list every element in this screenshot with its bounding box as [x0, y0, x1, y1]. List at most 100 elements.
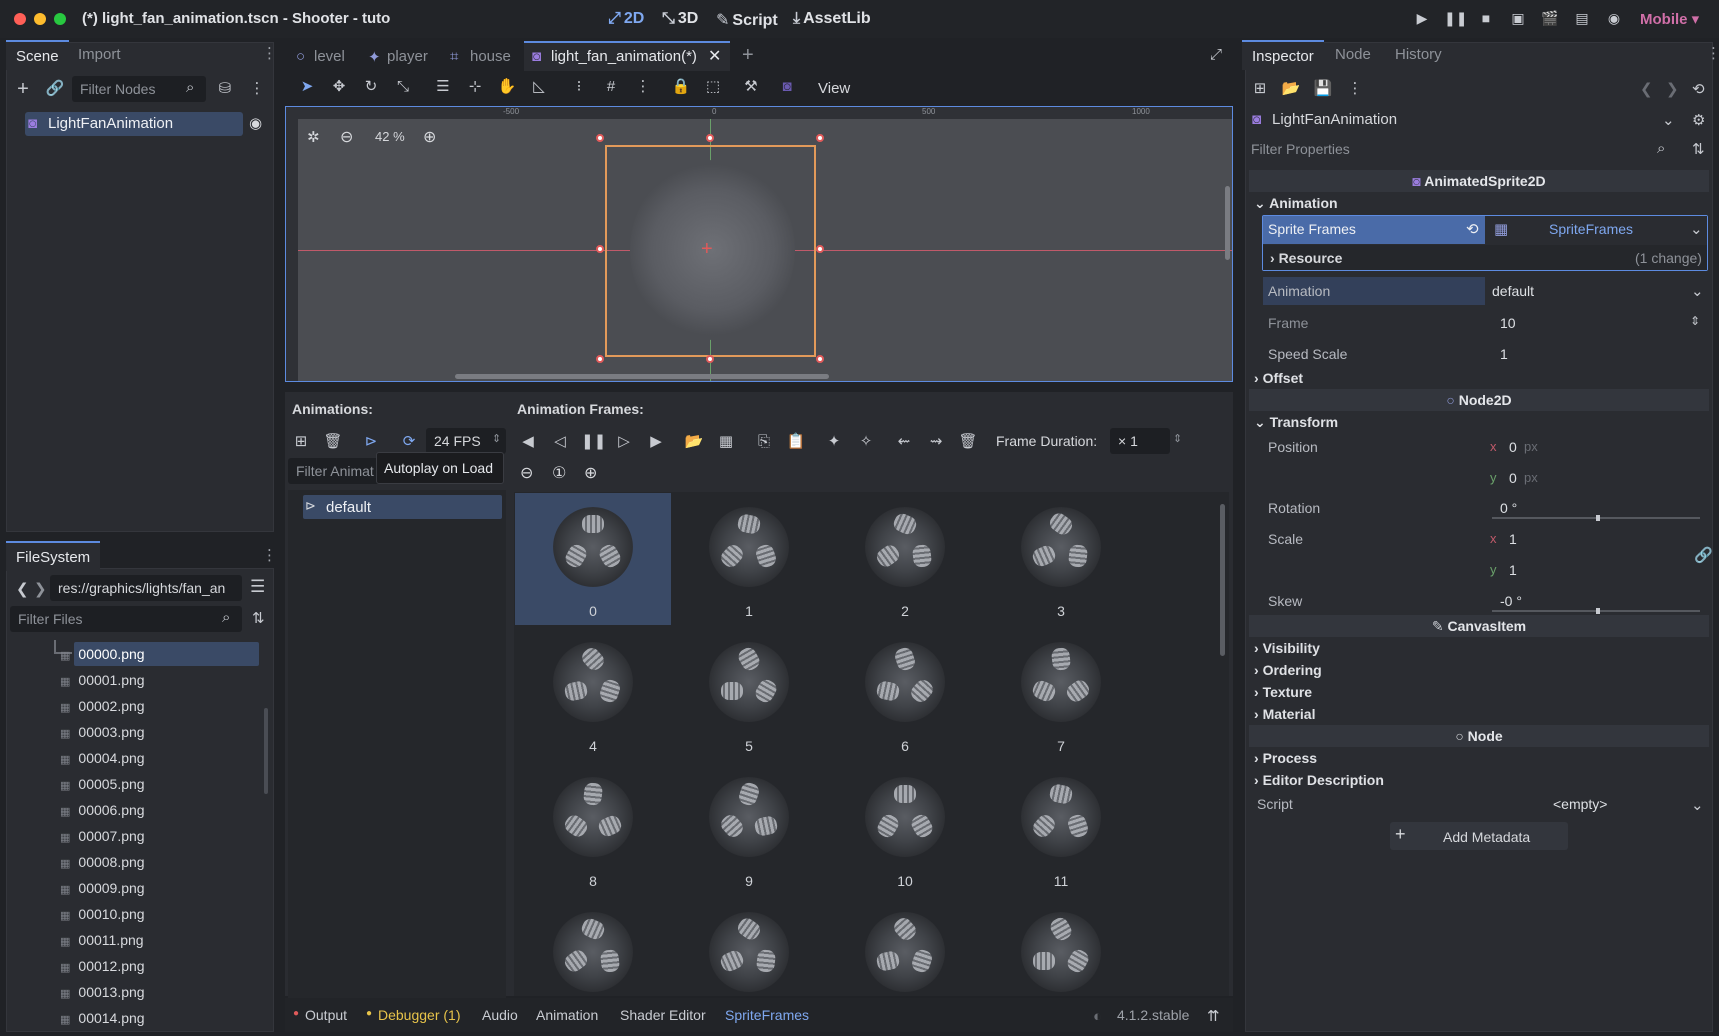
pivot-tool-icon[interactable]: ⊹: [464, 76, 486, 98]
visibility-eye-icon[interactable]: ◉: [249, 114, 262, 132]
new-animation-icon[interactable]: ⊞: [290, 431, 312, 453]
scale-x-value[interactable]: 1: [1509, 531, 1517, 547]
resize-handle[interactable]: [706, 134, 714, 142]
skew-value[interactable]: -0 °: [1500, 593, 1522, 609]
rotation-value[interactable]: 0 °: [1500, 500, 1517, 516]
resize-handle[interactable]: [596, 245, 604, 253]
frame-play-icon[interactable]: ▶: [645, 431, 667, 453]
file-item[interactable]: ▦ 00006.png: [60, 799, 145, 821]
pan-tool-icon[interactable]: ✋: [496, 76, 518, 98]
play-custom-scene-icon[interactable]: ▤: [1572, 10, 1592, 28]
frames-zoom-reset-icon[interactable]: ①: [552, 463, 566, 483]
copy-frame-icon[interactable]: ⎘: [753, 431, 775, 453]
inspector-dock-menu-icon[interactable]: ⋮: [1706, 44, 1719, 62]
file-item[interactable]: ▦ 00009.png: [60, 877, 145, 899]
scale-y-value[interactable]: 1: [1509, 562, 1517, 578]
frame-cell[interactable]: 9: [671, 763, 827, 895]
frames-zoom-out-icon[interactable]: ⊖: [520, 463, 533, 483]
movie-maker-icon[interactable]: ◉: [1604, 10, 1624, 28]
resize-handle[interactable]: [816, 134, 824, 142]
link-scale-icon[interactable]: 🔗: [1694, 546, 1713, 564]
tab-history[interactable]: History: [1385, 40, 1452, 70]
rotation-slider-grabber[interactable]: [1596, 515, 1600, 521]
frame-pause-icon[interactable]: ❚❚: [581, 431, 606, 453]
resize-handle[interactable]: [596, 134, 604, 142]
minimize-window-button[interactable]: [34, 13, 46, 25]
mode-script-button[interactable]: ✎ Script: [716, 10, 778, 30]
expand-bottom-panel-icon[interactable]: ⇈: [1207, 1007, 1220, 1025]
pivot-icon[interactable]: +: [701, 238, 713, 261]
zoom-window-button[interactable]: [54, 13, 66, 25]
script-value[interactable]: <empty>: [1553, 796, 1607, 812]
animation-category[interactable]: ⌄ Animation: [1254, 195, 1338, 212]
transform-category[interactable]: ⌄ Transform: [1254, 414, 1338, 431]
fps-spin-icon[interactable]: ⇕: [492, 432, 501, 445]
autoplay-icon[interactable]: ⊳: [360, 431, 382, 453]
tab-player[interactable]: player: [387, 48, 428, 65]
sprite-frames-dropdown-icon[interactable]: ⌄: [1690, 220, 1703, 238]
snap-options-icon[interactable]: ⋮: [632, 76, 654, 98]
renderer-select[interactable]: Mobile ▾: [1640, 10, 1699, 28]
play-icon[interactable]: ▶: [1412, 10, 1432, 28]
file-item[interactable]: ▦ 00000.png: [60, 643, 145, 665]
group-icon[interactable]: ⬚: [702, 76, 724, 98]
viewport-v-scrollbar[interactable]: [1225, 186, 1230, 260]
frame-cell[interactable]: 0: [515, 493, 671, 625]
forward-icon[interactable]: ❯: [34, 580, 47, 598]
frame-cell[interactable]: [827, 898, 983, 992]
insert-before-icon[interactable]: ✦: [823, 431, 845, 453]
add-node-icon[interactable]: +: [12, 78, 34, 100]
ordering-category[interactable]: › Ordering: [1254, 662, 1322, 678]
open-resource-icon[interactable]: 📂: [1280, 78, 1302, 100]
move-tool-icon[interactable]: ✥: [328, 76, 350, 98]
resize-handle[interactable]: [596, 355, 604, 363]
stop-icon[interactable]: ■: [1476, 10, 1496, 28]
lock-icon[interactable]: 🔒: [670, 76, 692, 98]
tab-import[interactable]: Import: [68, 40, 131, 70]
mode-2d-button[interactable]: ⤢ 2D: [608, 10, 644, 28]
tab-level[interactable]: level: [314, 48, 345, 65]
skeleton-icon[interactable]: ⚒: [740, 76, 762, 98]
history-forward-icon[interactable]: ❯: [1666, 80, 1679, 98]
delete-animation-icon[interactable]: 🗑: [322, 431, 344, 453]
remote-debug-icon[interactable]: ▣: [1508, 10, 1528, 28]
frame-next-icon[interactable]: ▷: [613, 431, 635, 453]
zoom-level[interactable]: 42 %: [375, 129, 405, 144]
insert-after-icon[interactable]: ✧: [855, 431, 877, 453]
file-item[interactable]: ▦ 00004.png: [60, 747, 145, 769]
paste-frame-icon[interactable]: 📋: [785, 431, 807, 453]
script-dropdown-icon[interactable]: ⌄: [1691, 796, 1704, 814]
frame-cell[interactable]: 3: [983, 493, 1139, 625]
smart-snap-icon[interactable]: ⁝: [568, 76, 590, 98]
file-item[interactable]: ▦ 00014.png: [60, 1007, 145, 1029]
filter-properties-input[interactable]: Filter Properties: [1244, 136, 1664, 162]
file-item[interactable]: ▦ 00005.png: [60, 773, 145, 795]
sprite-tool-icon[interactable]: ◙: [776, 76, 798, 98]
view-menu[interactable]: View: [818, 80, 850, 97]
frame-value[interactable]: 10: [1500, 315, 1516, 331]
revert-icon[interactable]: ⟲: [1466, 220, 1479, 238]
rotate-tool-icon[interactable]: ↻: [360, 76, 382, 98]
position-y-value[interactable]: 0: [1509, 470, 1517, 486]
tab-spriteframes[interactable]: SpriteFrames: [725, 1007, 809, 1023]
file-item[interactable]: ▦ 00010.png: [60, 903, 145, 925]
distraction-free-icon[interactable]: ⤢: [1210, 46, 1222, 63]
tab-house[interactable]: house: [470, 48, 511, 65]
scene-menu-icon[interactable]: ⋮: [246, 78, 268, 100]
pause-icon[interactable]: ❚❚: [1444, 10, 1467, 28]
frame-cell[interactable]: 5: [671, 628, 827, 760]
frame-cell[interactable]: 11: [983, 763, 1139, 895]
animation-property-value[interactable]: default: [1492, 283, 1534, 299]
tab-scene[interactable]: Scene: [6, 40, 69, 70]
inspected-node-name[interactable]: LightFanAnimation: [1272, 111, 1397, 128]
file-item[interactable]: ▦ 00003.png: [60, 721, 145, 743]
sort-icon[interactable]: ⇅: [252, 609, 265, 627]
tab-inspector[interactable]: Inspector: [1242, 40, 1324, 70]
file-item[interactable]: ▦ 00013.png: [60, 981, 145, 1003]
resize-handle[interactable]: [706, 355, 714, 363]
ruler-tool-icon[interactable]: ◺: [528, 76, 550, 98]
scale-tool-icon[interactable]: ⤡: [392, 76, 414, 98]
tab-shader-editor[interactable]: Shader Editor: [620, 1007, 706, 1023]
material-category[interactable]: › Material: [1254, 706, 1315, 722]
speed-scale-value[interactable]: 1: [1500, 346, 1508, 362]
